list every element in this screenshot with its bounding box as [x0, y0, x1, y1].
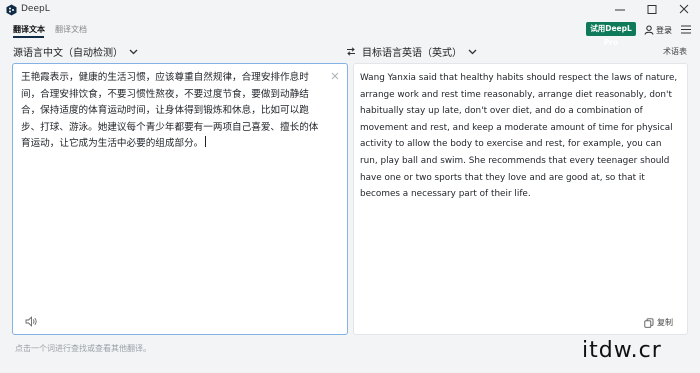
window-title: DeepL — [21, 4, 50, 14]
source-language-label: 源语言中文（自动检测） — [13, 48, 123, 59]
login-label: 登录 — [656, 25, 672, 35]
glossary-button[interactable]: 术语表 — [663, 46, 687, 57]
speaker-icon[interactable] — [25, 316, 37, 327]
deepl-logo-icon — [6, 4, 17, 16]
title-bar: DeepL — [0, 0, 700, 20]
try-pro-button[interactable]: 试用DeepL Pro — [586, 22, 636, 47]
source-language-selector[interactable]: 源语言中文（自动检测） — [13, 44, 138, 59]
target-language-label: 目标语言英语（英式） — [362, 48, 462, 59]
source-text: 王艳霞表示，健康的生活习惯，应该尊重自然规律，合理安排作息时间，合理安排饮食，不… — [21, 72, 319, 150]
target-language-selector[interactable]: 目标语言英语（英式） — [346, 44, 477, 59]
text-cursor — [205, 136, 207, 148]
tab-translate-document[interactable]: 翻译文档 — [55, 24, 87, 35]
target-text-panel: Wang Yanxia said that healthy habits sho… — [353, 63, 688, 335]
maximize-icon — [647, 5, 657, 14]
chevron-down-icon — [468, 49, 477, 54]
close-button[interactable] — [675, 2, 693, 18]
copy-icon — [644, 317, 654, 328]
clear-text-icon[interactable] — [331, 72, 339, 80]
source-textarea[interactable]: 王艳霞表示，健康的生活习惯，应该尊重自然规律，合理安排作息时间，合理安排饮食，不… — [21, 70, 327, 153]
maximize-button[interactable] — [643, 2, 661, 18]
minimize-icon — [615, 9, 625, 11]
menu-icon[interactable] — [681, 25, 691, 34]
login-button[interactable]: 登录 — [644, 24, 672, 36]
watermark: itdw.cr — [582, 338, 662, 363]
lookup-hint: 点击一个词进行查找或查看其他翻译。 — [15, 344, 151, 353]
copy-button[interactable]: 复制 — [644, 317, 673, 328]
user-icon — [644, 25, 654, 35]
close-icon — [679, 4, 689, 14]
tab-translate-text[interactable]: 翻译文本 — [13, 24, 45, 35]
source-text-panel[interactable]: 王艳霞表示，健康的生活习惯，应该尊重自然规律，合理安排作息时间，合理安排饮食，不… — [12, 63, 348, 335]
active-tab-indicator — [13, 36, 44, 38]
translated-text[interactable]: Wang Yanxia said that healthy habits sho… — [360, 70, 680, 203]
chevron-down-icon — [129, 49, 138, 54]
swap-languages-icon[interactable] — [346, 47, 356, 56]
copy-label: 复制 — [657, 318, 673, 327]
minimize-button[interactable] — [611, 2, 629, 18]
